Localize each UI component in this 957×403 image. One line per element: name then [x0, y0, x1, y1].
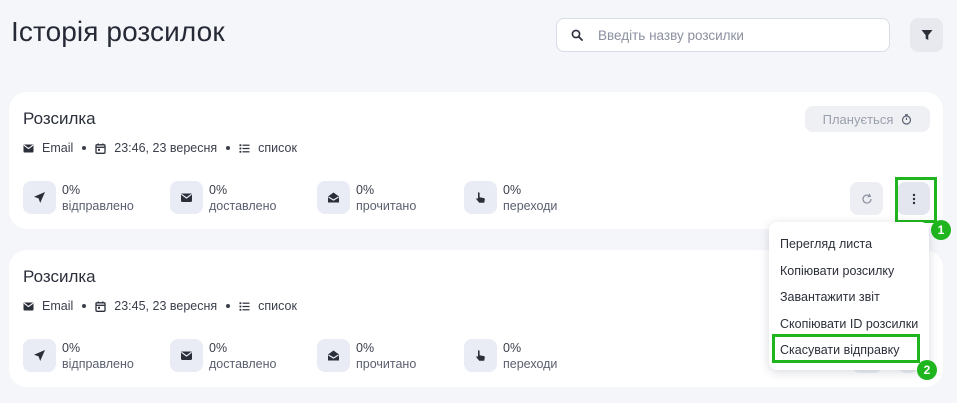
campaign-datetime: 23:46, 23 вересня	[114, 141, 218, 155]
timer-icon	[902, 113, 912, 125]
status-badge: Планується	[805, 106, 930, 132]
stat-value: 0%	[62, 182, 81, 197]
page-title: Історія розсилок	[11, 16, 225, 47]
stat-delivered: 0% доставлено	[170, 339, 317, 372]
stat-label: відправлено	[62, 198, 134, 213]
stat-label: доставлено	[209, 356, 277, 371]
stat-clicks: 0% переходи	[464, 339, 611, 372]
separator-dot	[82, 304, 87, 308]
campaign-list: список	[258, 299, 297, 313]
stat-value: 0%	[209, 340, 228, 355]
campaign-datetime: 23:45, 23 вересня	[114, 299, 218, 313]
send-icon	[34, 350, 45, 361]
stat-read: 0% прочитано	[317, 339, 464, 372]
menu-item-preview[interactable]: Перегляд листа	[769, 231, 929, 258]
campaign-meta: Email 23:46, 23 вересня список	[23, 141, 297, 155]
stat-sent: 0% відправлено	[23, 181, 170, 214]
calendar-icon	[95, 301, 106, 312]
refresh-icon	[861, 193, 872, 204]
highlight-step-2	[772, 334, 920, 363]
stat-value: 0%	[209, 182, 228, 197]
refresh-button[interactable]	[850, 182, 883, 215]
campaign-list: список	[258, 141, 297, 155]
campaign-channel: Email	[42, 141, 74, 155]
stat-label: доставлено	[209, 198, 277, 213]
stat-delivered: 0% доставлено	[170, 181, 317, 214]
stat-label: переходи	[503, 198, 558, 213]
campaign-stats: 0% відправлено 0% доставлено 0% прочитано 0…	[23, 181, 611, 214]
filter-button[interactable]	[910, 18, 943, 52]
stat-value: 0%	[62, 340, 81, 355]
separator-dot	[82, 146, 87, 150]
mail-icon	[181, 351, 192, 360]
step-badge-1: 1	[931, 220, 951, 240]
open-mail-icon	[328, 350, 339, 361]
stat-label: відправлено	[62, 356, 134, 371]
stat-value: 0%	[356, 182, 375, 197]
campaign-stats: 0% відправлено 0% доставлено 0% прочитано 0…	[23, 339, 611, 372]
open-mail-icon	[328, 192, 339, 203]
campaign-meta: Email 23:45, 23 вересня список	[23, 299, 297, 313]
menu-item-copy-campaign[interactable]: Копіювати розсилку	[769, 258, 929, 285]
pointer-icon	[476, 350, 485, 361]
search-input[interactable]	[598, 27, 868, 43]
send-icon	[34, 192, 45, 203]
step-badge-2: 2	[917, 360, 937, 380]
calendar-icon	[95, 143, 106, 154]
campaign-title: Розсилка	[23, 267, 96, 286]
separator-dot	[226, 304, 231, 308]
stat-sent: 0% відправлено	[23, 339, 170, 372]
list-icon	[239, 301, 250, 311]
stat-label: прочитано	[356, 356, 417, 371]
list-icon	[239, 143, 250, 153]
stat-label: переходи	[503, 356, 558, 371]
search-box[interactable]	[556, 18, 890, 52]
highlight-step-1	[895, 177, 937, 223]
menu-item-download-report[interactable]: Завантажити звіт	[769, 284, 929, 311]
campaign-card: Розсилка Email 23:46, 23 вересня список …	[9, 92, 943, 229]
separator-dot	[226, 146, 231, 150]
stat-value: 0%	[503, 182, 522, 197]
mail-icon	[23, 144, 34, 152]
mail-icon	[181, 193, 192, 202]
stat-label: прочитано	[356, 198, 417, 213]
stat-read: 0% прочитано	[317, 181, 464, 214]
pointer-icon	[476, 192, 485, 203]
stat-clicks: 0% переходи	[464, 181, 611, 214]
campaign-title: Розсилка	[23, 109, 96, 128]
campaign-channel: Email	[42, 299, 74, 313]
stat-value: 0%	[503, 340, 522, 355]
stat-value: 0%	[356, 340, 375, 355]
filter-icon	[921, 30, 932, 40]
mail-icon	[23, 302, 34, 310]
search-icon	[571, 29, 583, 41]
status-label: Планується	[822, 111, 894, 127]
